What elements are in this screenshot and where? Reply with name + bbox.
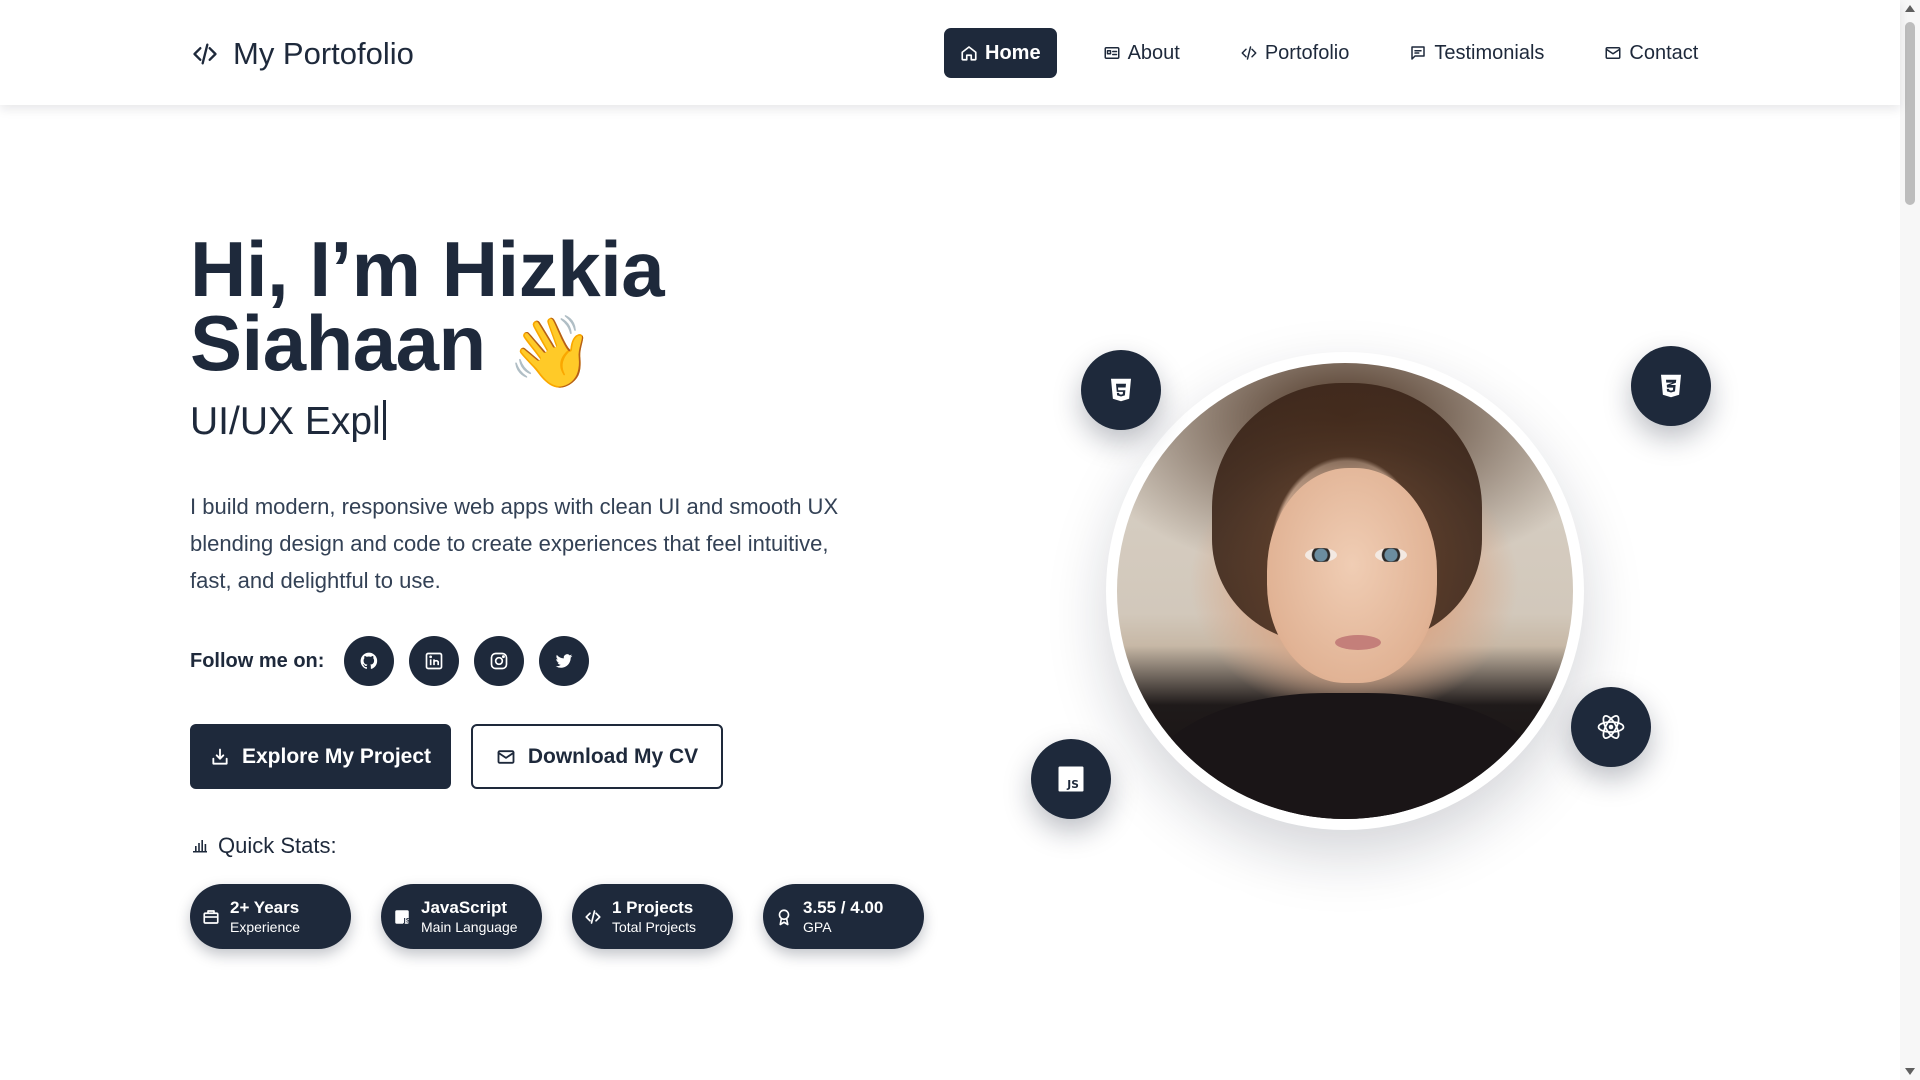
follow-label: Follow me on:	[190, 649, 325, 672]
photo-lips	[1335, 635, 1381, 650]
stat-language: JS JavaScript Main Language	[381, 884, 542, 949]
hero-title-line2: Siahaan	[190, 299, 486, 387]
quick-stats: 2+ Years Experience JS JavaScript Main L…	[190, 884, 924, 949]
photo-body	[1147, 693, 1547, 819]
quick-stats-title: Quick Stats:	[218, 833, 337, 858]
instagram-icon	[491, 652, 508, 670]
mail-icon	[1605, 47, 1621, 59]
stat-value: JavaScript	[421, 897, 507, 917]
code-icon	[585, 909, 601, 924]
hero-title: Hi, I’m Hizkia Siahaan 👋	[190, 230, 890, 391]
github-icon	[361, 652, 378, 669]
typed-role: UI/UX Expl	[190, 400, 386, 444]
waving-hand-icon: 👋	[507, 313, 595, 391]
download-tray-icon	[212, 748, 228, 765]
linkedin-link[interactable]	[409, 636, 460, 686]
stat-value: 1 Projects	[612, 897, 694, 917]
photo-face	[1267, 468, 1437, 683]
hero-description: I build modern, responsive web apps with…	[190, 494, 839, 593]
typing-caret	[382, 400, 386, 440]
profile-photo-frame	[1106, 352, 1584, 830]
javascript-icon: JS	[1058, 766, 1084, 792]
social-links	[344, 636, 590, 686]
home-icon	[961, 46, 977, 61]
nav-contact-label: Contact	[1629, 41, 1699, 64]
stat-value: 2+ Years	[230, 897, 300, 917]
scroll-up-arrow[interactable]	[1905, 5, 1915, 12]
nav-testimonials-label: Testimonials	[1434, 41, 1545, 64]
twitter-icon	[556, 654, 573, 668]
react-badge	[1571, 687, 1651, 767]
nav-about[interactable]: About	[1087, 28, 1196, 78]
github-link[interactable]	[344, 636, 395, 686]
stat-gpa: 3.55 / 4.00 GPA	[763, 884, 924, 949]
brand-name: My Portofolio	[233, 36, 414, 71]
stat-experience: 2+ Years Experience	[190, 884, 351, 949]
linkedin-icon	[426, 652, 443, 670]
html5-icon	[1111, 378, 1131, 402]
nav-home[interactable]: Home	[944, 28, 1057, 78]
bar-chart-icon	[193, 840, 207, 853]
css3-badge	[1631, 346, 1711, 426]
stat-projects: 1 Projects Total Projects	[572, 884, 733, 949]
javascript-badge: JS	[1031, 739, 1111, 819]
code-icon	[1241, 46, 1257, 60]
stat-label: GPA	[803, 918, 832, 935]
explore-project-label: Explore My Project	[241, 744, 432, 768]
download-cv-label: Download My CV	[527, 744, 699, 768]
instagram-link[interactable]	[474, 636, 525, 686]
mail-icon	[497, 749, 515, 764]
brand-logo[interactable]: My Portofolio	[191, 36, 414, 72]
profile-photo	[1117, 363, 1573, 819]
stat-value: 3.55 / 4.00	[803, 897, 884, 917]
svg-text:JS: JS	[1066, 778, 1079, 791]
nav-portofolio-label: Portofolio	[1264, 41, 1350, 64]
css3-icon	[1661, 374, 1681, 398]
js-file-icon: JS	[395, 909, 411, 924]
nav-home-label: Home	[985, 41, 1041, 64]
stat-label: Main Language	[421, 918, 518, 935]
typed-role-text: UI/UX Expl	[190, 400, 381, 443]
twitter-link[interactable]	[539, 636, 590, 686]
quick-stats-heading: Quick Stats:	[192, 833, 337, 859]
nav-about-label: About	[1127, 41, 1180, 64]
social-follow: Follow me on:	[190, 636, 590, 686]
stat-label: Total Projects	[612, 918, 697, 935]
scroll-thumb[interactable]	[1905, 22, 1915, 205]
stat-label: Experience	[230, 918, 301, 935]
navbar: My Portofolio Home About Portofolio Test…	[0, 0, 1900, 105]
photo-eye-right	[1375, 548, 1407, 562]
scroll-down-arrow[interactable]	[1905, 1068, 1915, 1075]
nav-testimonials[interactable]: Testimonials	[1393, 28, 1560, 78]
html5-badge	[1081, 350, 1161, 430]
explore-project-button[interactable]: Explore My Project	[190, 724, 451, 789]
page-scrollbar[interactable]	[1900, 0, 1920, 1080]
nav-contact[interactable]: Contact	[1588, 28, 1714, 78]
download-cv-button[interactable]: Download My CV	[471, 724, 723, 789]
award-icon	[778, 908, 790, 925]
nav-portofolio[interactable]: Portofolio	[1224, 28, 1366, 78]
main-nav: Home About Portofolio Testimonials Conta…	[944, 28, 1742, 78]
id-card-icon	[1104, 47, 1120, 59]
react-icon	[1597, 715, 1625, 739]
code-icon	[193, 43, 217, 65]
svg-text:JS: JS	[403, 917, 411, 924]
briefcase-icon	[203, 909, 219, 924]
photo-eye-left	[1305, 548, 1337, 562]
message-icon	[1411, 46, 1426, 60]
